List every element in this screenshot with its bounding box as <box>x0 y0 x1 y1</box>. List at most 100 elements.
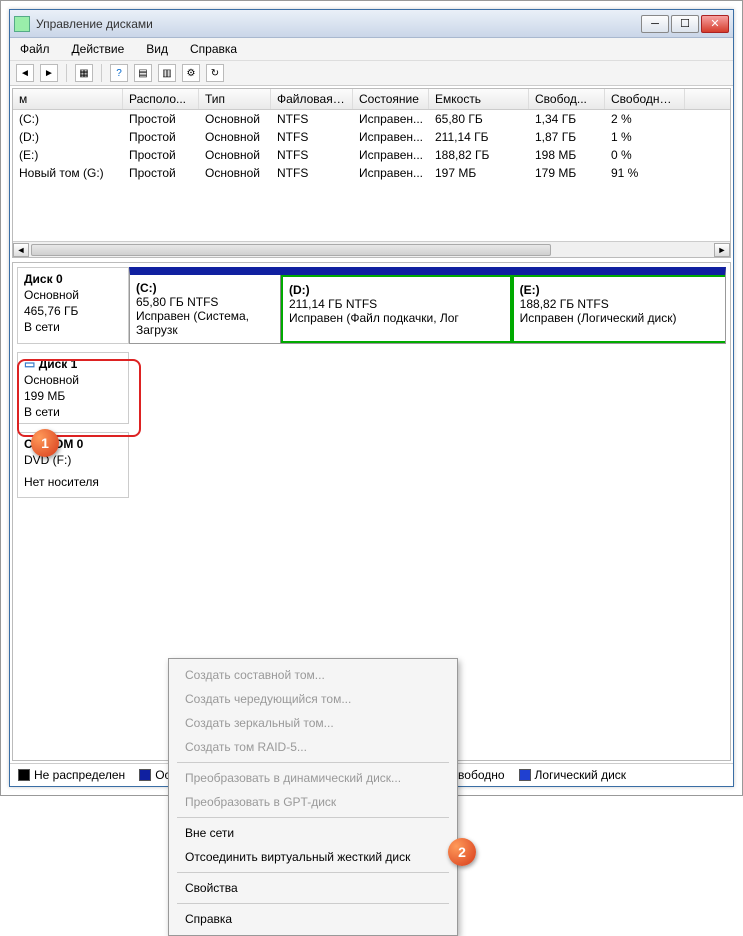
menu-create-striped: Создать чередующийся том... <box>171 687 455 711</box>
disk-type: Основной <box>24 288 122 302</box>
cell: 179 МБ <box>529 165 605 181</box>
cell: Основной <box>199 111 271 127</box>
menu-separator <box>177 872 449 873</box>
cell: Исправен... <box>353 129 429 145</box>
horizontal-scrollbar[interactable]: ◄ ► <box>13 241 730 257</box>
menu-create-raid5: Создать том RAID-5... <box>171 735 455 759</box>
cell: 188,82 ГБ <box>429 147 529 163</box>
col-layout[interactable]: Располо... <box>123 89 199 109</box>
disk-name: ▭ Диск 1 <box>24 357 122 371</box>
partition-e[interactable]: (E:) 188,82 ГБ NTFS Исправен (Логический… <box>512 275 725 343</box>
table-row[interactable]: (E:)ПростойОсновнойNTFSИсправен...188,82… <box>13 146 730 164</box>
menu-offline[interactable]: Вне сети <box>171 821 455 845</box>
disk-size: 465,76 ГБ <box>24 304 122 318</box>
context-menu: Создать составной том... Создать чередую… <box>168 658 458 936</box>
menu-create-mirrored: Создать зеркальный том... <box>171 711 455 735</box>
disk-map: Диск 0 Основной 465,76 ГБ В сети (C:) 65… <box>12 262 731 761</box>
col-volume[interactable]: м <box>13 89 123 109</box>
cell: NTFS <box>271 129 353 145</box>
cell: 198 МБ <box>529 147 605 163</box>
swatch-logical <box>519 769 531 781</box>
toolbar-separator <box>101 64 102 82</box>
menu-file[interactable]: Файл <box>16 40 54 58</box>
menu-detach-vhd[interactable]: Отсоединить виртуальный жесткий диск <box>171 845 455 869</box>
partition-c[interactable]: (C:) 65,80 ГБ NTFS Исправен (Система, За… <box>130 275 281 343</box>
menu-action[interactable]: Действие <box>68 40 129 58</box>
refresh-icon[interactable]: ↻ <box>206 64 224 82</box>
cell: Основной <box>199 129 271 145</box>
app-icon <box>14 16 30 32</box>
disk-status: В сети <box>24 405 122 419</box>
cell: (D:) <box>13 129 123 145</box>
close-button[interactable]: ✕ <box>701 15 729 33</box>
cell: 211,14 ГБ <box>429 129 529 145</box>
menu-separator <box>177 903 449 904</box>
callout-1: 1 <box>31 429 59 457</box>
back-button[interactable]: ◄ <box>16 64 34 82</box>
menu-help[interactable]: Справка <box>171 907 455 931</box>
col-capacity[interactable]: Емкость <box>429 89 529 109</box>
cell: Простой <box>123 147 199 163</box>
disk-0-label[interactable]: Диск 0 Основной 465,76 ГБ В сети <box>17 267 129 344</box>
swatch-primary <box>139 769 151 781</box>
layout-button[interactable]: ▦ <box>75 64 93 82</box>
minimize-button[interactable]: ─ <box>641 15 669 33</box>
cell: Исправен... <box>353 111 429 127</box>
swatch-unallocated <box>18 769 30 781</box>
cell: Простой <box>123 111 199 127</box>
disk-0-row[interactable]: Диск 0 Основной 465,76 ГБ В сети (C:) 65… <box>17 267 726 344</box>
cdrom-status: Нет носителя <box>24 475 122 489</box>
cell: Исправен... <box>353 147 429 163</box>
cell: 197 МБ <box>429 165 529 181</box>
col-type[interactable]: Тип <box>199 89 271 109</box>
scroll-left-button[interactable]: ◄ <box>13 243 29 257</box>
scroll-thumb[interactable] <box>31 244 551 256</box>
view-top-button[interactable]: ▤ <box>134 64 152 82</box>
menu-create-spanned: Создать составной том... <box>171 663 455 687</box>
cell: 1,34 ГБ <box>529 111 605 127</box>
col-filesystem[interactable]: Файловая с... <box>271 89 353 109</box>
menubar: Файл Действие Вид Справка <box>10 38 733 61</box>
menu-convert-gpt: Преобразовать в GPT-диск <box>171 790 455 814</box>
scroll-right-button[interactable]: ► <box>714 243 730 257</box>
table-row[interactable]: (D:)ПростойОсновнойNTFSИсправен...211,14… <box>13 128 730 146</box>
volume-list: м Располо... Тип Файловая с... Состояние… <box>12 88 731 258</box>
cell: 91 % <box>605 165 685 181</box>
forward-button[interactable]: ► <box>40 64 58 82</box>
window-title: Управление дисками <box>36 17 641 31</box>
menu-properties[interactable]: Свойства <box>171 876 455 900</box>
cell: Исправен... <box>353 165 429 181</box>
titlebar[interactable]: Управление дисками ─ ☐ ✕ <box>10 10 733 38</box>
disk-1-row[interactable]: ▭ Диск 1 Основной 199 МБ В сети <box>17 352 726 424</box>
disk-status: В сети <box>24 320 122 334</box>
disk-1-label[interactable]: ▭ Диск 1 Основной 199 МБ В сети <box>17 352 129 424</box>
maximize-button[interactable]: ☐ <box>671 15 699 33</box>
cell: 65,80 ГБ <box>429 111 529 127</box>
toolbar: ◄ ► ▦ ? ▤ ▥ ⚙ ↻ <box>10 61 733 86</box>
menu-view[interactable]: Вид <box>142 40 172 58</box>
menu-separator <box>177 817 449 818</box>
menu-convert-dynamic: Преобразовать в динамический диск... <box>171 766 455 790</box>
cell: (E:) <box>13 147 123 163</box>
table-row[interactable]: Новый том (G:)ПростойОсновнойNTFSИсправе… <box>13 164 730 182</box>
cell: Основной <box>199 147 271 163</box>
menu-separator <box>177 762 449 763</box>
view-bottom-button[interactable]: ▥ <box>158 64 176 82</box>
col-status[interactable]: Состояние <box>353 89 429 109</box>
settings-icon[interactable]: ⚙ <box>182 64 200 82</box>
menu-help[interactable]: Справка <box>186 40 241 58</box>
table-row[interactable]: (C:)ПростойОсновнойNTFSИсправен...65,80 … <box>13 110 730 128</box>
cell: 0 % <box>605 147 685 163</box>
col-free[interactable]: Свобод... <box>529 89 605 109</box>
cell: 2 % <box>605 111 685 127</box>
cell: NTFS <box>271 111 353 127</box>
cell: NTFS <box>271 165 353 181</box>
cell: Простой <box>123 165 199 181</box>
toolbar-separator <box>66 64 67 82</box>
disk-size: 199 МБ <box>24 389 122 403</box>
partition-d[interactable]: (D:) 211,14 ГБ NTFS Исправен (Файл подка… <box>281 275 512 343</box>
disk-management-window: Управление дисками ─ ☐ ✕ Файл Действие В… <box>9 9 734 787</box>
cdrom-row[interactable]: CD-ROM 0 DVD (F:) Нет носителя <box>17 432 726 498</box>
help-icon[interactable]: ? <box>110 64 128 82</box>
col-free-pct[interactable]: Свободно % <box>605 89 685 109</box>
